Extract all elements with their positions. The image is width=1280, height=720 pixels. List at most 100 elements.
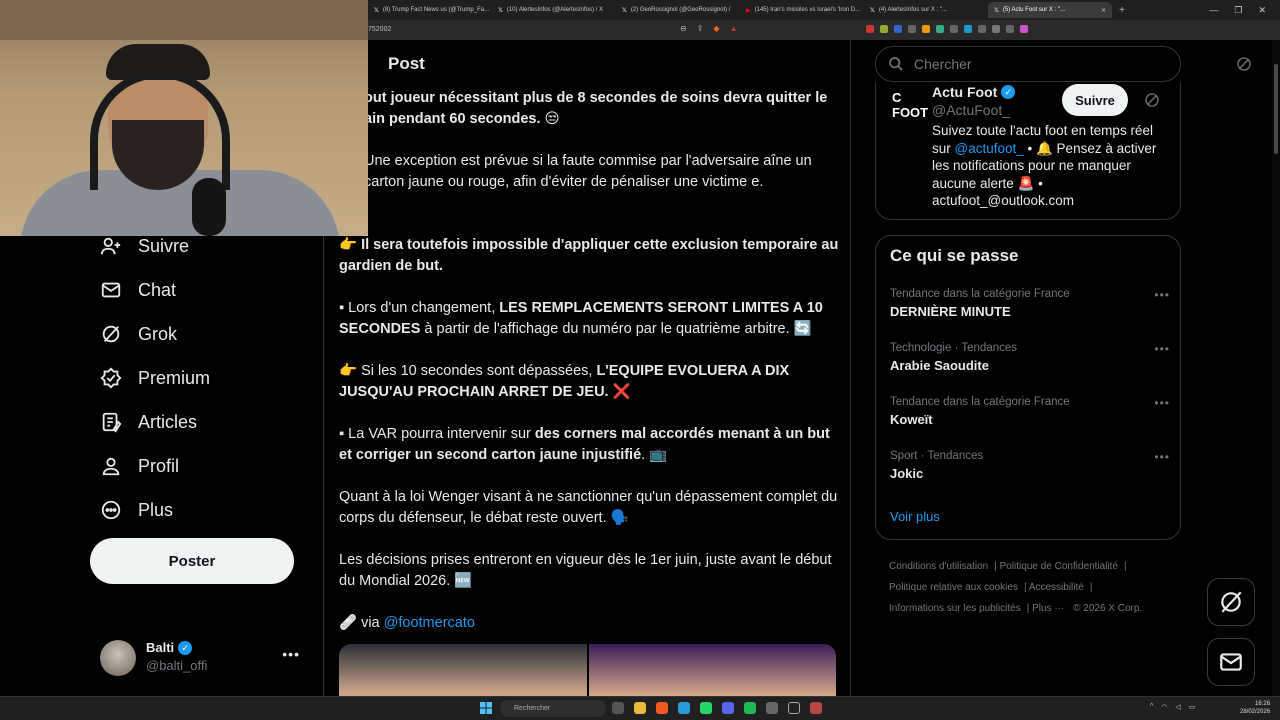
trend-category: Tendance dans la catégorie France xyxy=(890,396,1070,408)
extension-icon[interactable] xyxy=(908,25,916,33)
taskbar-search[interactable]: Rechercher xyxy=(500,700,606,717)
extension-icon[interactable] xyxy=(1006,25,1014,33)
url-field[interactable]: 752002 xyxy=(368,26,391,33)
extension-icon[interactable] xyxy=(922,25,930,33)
volume-icon[interactable]: ◁ xyxy=(1175,703,1180,711)
extension-icon[interactable] xyxy=(992,25,1000,33)
block-icon[interactable] xyxy=(1144,92,1160,108)
zoom-icon[interactable]: ⊖ xyxy=(680,24,687,33)
tab-label: (8) Trump Fact News us (@Trump_Fa... xyxy=(382,7,490,13)
browser-tab[interactable]: 𝕏 (10) AlertesInfos (@AlertesInfos) / X xyxy=(492,2,616,18)
nav-item-profil[interactable]: Profil xyxy=(100,444,179,488)
brave-shield-icon[interactable]: ◆ xyxy=(713,24,719,33)
brave-icon[interactable] xyxy=(656,702,668,714)
minimize-icon[interactable]: — xyxy=(1209,5,1218,16)
mail-icon xyxy=(1220,653,1242,671)
file-explorer-icon[interactable] xyxy=(634,702,646,714)
nav-item-plus[interactable]: Plus xyxy=(100,488,173,532)
account-more-icon[interactable]: ••• xyxy=(282,646,300,662)
post-text: 🩹 via xyxy=(339,615,384,631)
brave-rewards-icon[interactable]: ▲ xyxy=(730,24,738,33)
media-image[interactable] xyxy=(588,644,836,696)
copyright: © 2026 X Corp. xyxy=(1073,603,1143,614)
extension-icon[interactable] xyxy=(894,25,902,33)
new-tab-button[interactable]: + xyxy=(1112,5,1132,16)
more-icon[interactable]: ••• xyxy=(1154,396,1170,410)
browser-tab[interactable]: 𝕏 (8) Trump Fact News us (@Trump_Fa... xyxy=(368,2,492,18)
trend-item[interactable]: Tendance dans la catégorie France Koweït… xyxy=(890,396,1170,427)
footer-link[interactable]: Plus ··· xyxy=(1032,603,1064,614)
tray-chevron-icon[interactable]: ^ xyxy=(1150,703,1153,711)
app-icon[interactable] xyxy=(766,702,778,714)
see-more-link[interactable]: Voir plus xyxy=(890,509,940,524)
extension-icon[interactable] xyxy=(866,25,874,33)
more-icon[interactable]: ••• xyxy=(1154,450,1170,464)
trend-item[interactable]: Sport · Tendances Jokic ••• xyxy=(890,450,1170,481)
footer-link[interactable]: Informations sur les publicités xyxy=(889,603,1021,614)
extension-icon[interactable] xyxy=(936,25,944,33)
media-image[interactable] xyxy=(339,644,587,696)
trend-item[interactable]: Technologie · Tendances Arabie Saoudite … xyxy=(890,342,1170,373)
extension-icon[interactable] xyxy=(978,25,986,33)
share-icon[interactable]: ⇪ xyxy=(697,24,704,33)
clock[interactable]: 16:26 28/02/2026 xyxy=(1240,700,1270,716)
grok-button[interactable] xyxy=(1207,578,1255,626)
extension-icon[interactable] xyxy=(964,25,972,33)
more-icon[interactable]: ••• xyxy=(1154,342,1170,356)
nav-item-grok[interactable]: Grok xyxy=(100,312,177,356)
follow-icon xyxy=(100,237,121,255)
window-controls: — ❐ ✕ xyxy=(1209,5,1280,16)
browser-tab-active[interactable]: 𝕏 (5) Actu Foot sur X : "... ✕ xyxy=(988,2,1112,18)
x-logo-icon: 𝕏 xyxy=(622,7,627,14)
maximize-icon[interactable]: ❐ xyxy=(1234,5,1242,16)
spotify-icon[interactable] xyxy=(744,702,756,714)
trend-item[interactable]: Tendance dans la catégorie France DERNIÈ… xyxy=(890,288,1170,319)
trend-name: Koweït xyxy=(890,412,933,427)
post-paragraph: 🩹 via @footmercato xyxy=(339,613,839,634)
webcam-background xyxy=(0,0,368,40)
discord-icon[interactable] xyxy=(722,702,734,714)
footer-link[interactable]: Accessibilité xyxy=(1029,582,1084,593)
windows-start-icon[interactable] xyxy=(480,702,492,714)
close-tab-icon[interactable]: ✕ xyxy=(1101,7,1106,14)
bio-link[interactable]: @actufoot_ xyxy=(955,141,1024,156)
whatsapp-icon[interactable] xyxy=(700,702,712,714)
more-icon[interactable]: ••• xyxy=(1154,288,1170,302)
windows-taskbar: Rechercher ^ ◠ ◁ ▭ 16:26 28/02/2026 xyxy=(0,696,1280,720)
scrollbar-thumb[interactable] xyxy=(1274,64,1278,154)
footer-link[interactable]: Conditions d'utilisation xyxy=(889,561,988,572)
profile-name[interactable]: Actu Foot xyxy=(932,84,997,100)
browser-tab[interactable]: 𝕏 (4) AlertesInfos sur X : "... xyxy=(864,2,988,18)
follow-button[interactable]: Suivre xyxy=(1062,84,1128,116)
app-icon[interactable] xyxy=(810,702,822,714)
footer-link[interactable]: Politique relative aux cookies xyxy=(889,582,1018,593)
battery-icon[interactable]: ▭ xyxy=(1189,703,1196,711)
browser-tab[interactable]: 𝕏 (2) GeoRossignol (@GeoRossignol) / xyxy=(616,2,740,18)
search-input[interactable]: Chercher xyxy=(875,46,1181,82)
x-logo-icon: 𝕏 xyxy=(498,7,503,14)
scrollbar[interactable] xyxy=(1272,40,1280,696)
nav-label: Grok xyxy=(138,323,178,344)
nav-item-articles[interactable]: Articles xyxy=(100,400,197,444)
obs-icon[interactable] xyxy=(788,702,800,714)
network-icon[interactable]: ◠ xyxy=(1161,703,1167,711)
extension-icon[interactable] xyxy=(950,25,958,33)
nav-item-premium[interactable]: Premium xyxy=(100,356,210,400)
account-switcher[interactable]: Balti ✓ @balti_offi ••• xyxy=(100,636,310,680)
extension-icon[interactable] xyxy=(1020,25,1028,33)
edge-icon[interactable] xyxy=(678,702,690,714)
mention-link[interactable]: @footmercato xyxy=(384,615,475,631)
post-media[interactable] xyxy=(339,644,836,696)
nav-item-chat[interactable]: Chat xyxy=(100,268,176,312)
nav-label: Articles xyxy=(138,411,198,432)
close-window-icon[interactable]: ✕ xyxy=(1258,5,1266,16)
task-view-icon[interactable] xyxy=(612,702,624,714)
block-icon[interactable] xyxy=(1236,56,1252,72)
messages-button[interactable] xyxy=(1207,638,1255,686)
actu-foot-logo[interactable]: C FOOT xyxy=(892,90,928,120)
profile-bio: Suivez toute l'actu foot en temps réel s… xyxy=(932,122,1168,210)
extension-icon[interactable] xyxy=(880,25,888,33)
post-button[interactable]: Poster xyxy=(90,538,294,584)
footer-link[interactable]: Politique de Confidentialité xyxy=(1000,561,1118,572)
browser-tab[interactable]: ▶ (145) Iran's missiles vs Israel's 'Iron… xyxy=(740,2,864,18)
